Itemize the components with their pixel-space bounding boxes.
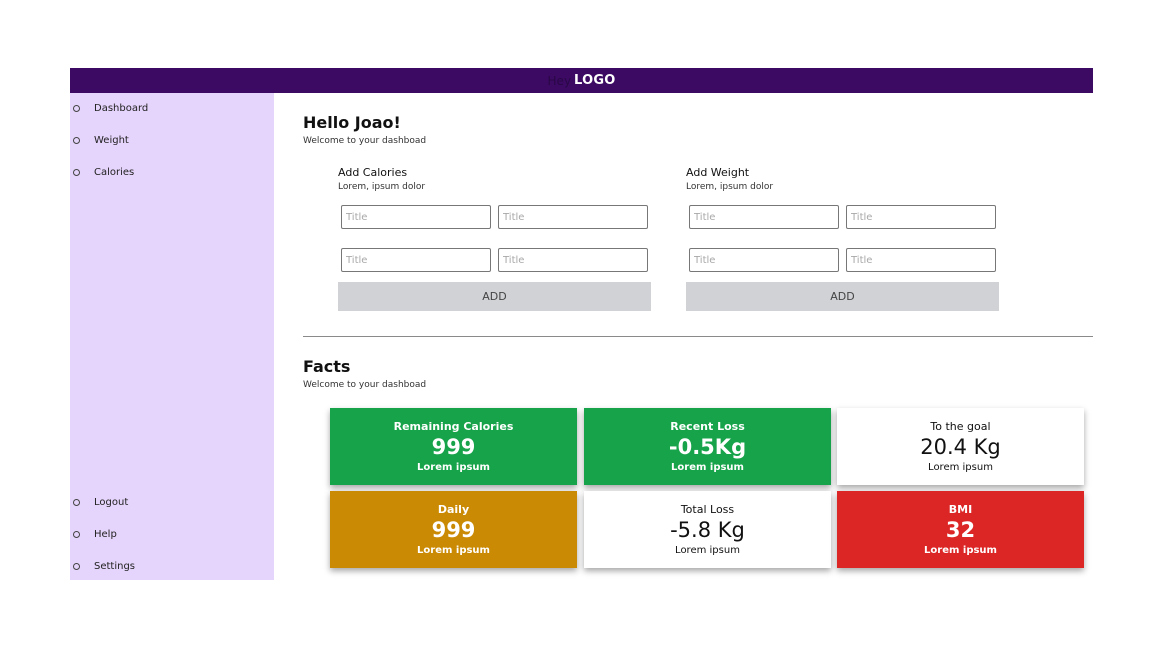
sidebar-item-label: Weight [94, 134, 129, 146]
weight-field-3[interactable] [689, 248, 839, 272]
fact-card-value: 32 [945, 518, 976, 542]
fact-card-label: Recent Loss [670, 420, 745, 433]
section-divider [303, 336, 1093, 337]
circle-icon [73, 136, 80, 144]
fact-card-label: Daily [437, 503, 470, 516]
brand-prefix: Hey [547, 73, 572, 88]
fact-card-label: Total Loss [680, 503, 735, 516]
fact-card-sub: Lorem ipsum [417, 545, 490, 556]
facts-subtitle: Welcome to your dashboad [303, 380, 427, 390]
sidebar: Dashboard Weight Calories Logout Help Se… [70, 93, 274, 580]
weight-field-2[interactable] [846, 205, 996, 229]
logo[interactable]: LOGO [574, 73, 615, 88]
add-calories-button[interactable]: ADD [338, 282, 651, 311]
fact-card-recent-loss: Recent Loss -0.5Kg Lorem ipsum [584, 408, 831, 485]
fact-card-total-loss: Total Loss -5.8 Kg Lorem ipsum [584, 491, 831, 568]
fact-card-value: 20.4 Kg [920, 435, 1001, 459]
circle-icon [73, 168, 80, 176]
fact-card-sub: Lorem ipsum [675, 545, 740, 556]
sidebar-item-weight[interactable]: Weight [70, 131, 129, 149]
add-weight-button[interactable]: ADD [686, 282, 999, 311]
add-weight-title: Add Weight [686, 166, 750, 179]
circle-icon [73, 498, 80, 506]
add-calories-title: Add Calories [338, 166, 408, 179]
fact-card-value: 999 [431, 435, 476, 459]
sidebar-item-calories[interactable]: Calories [70, 163, 134, 181]
app-window: Hey LOGO Dashboard Weight Calories Logou… [70, 68, 1093, 580]
fact-card-remaining-calories: Remaining Calories 999 Lorem ipsum [330, 408, 577, 485]
fact-card-label: Remaining Calories [393, 420, 514, 433]
weight-field-1[interactable] [689, 205, 839, 229]
sidebar-item-label: Logout [94, 496, 129, 508]
fact-card-sub: Lorem ipsum [417, 462, 490, 473]
sidebar-item-label: Calories [94, 166, 135, 178]
fact-card-label: To the goal [930, 420, 991, 433]
calories-field-3[interactable] [341, 248, 491, 272]
calories-field-1[interactable] [341, 205, 491, 229]
sidebar-item-label: Settings [94, 560, 136, 572]
circle-icon [73, 104, 80, 112]
top-header-bar: Hey LOGO [70, 68, 1093, 93]
sidebar-item-dashboard[interactable]: Dashboard [70, 99, 148, 117]
page-title: Hello Joao! [303, 113, 401, 132]
weight-field-4[interactable] [846, 248, 996, 272]
sidebar-item-label: Dashboard [94, 102, 149, 114]
circle-icon [73, 530, 80, 538]
sidebar-item-settings[interactable]: Settings [70, 557, 135, 575]
sidebar-item-logout[interactable]: Logout [70, 493, 128, 511]
calories-field-4[interactable] [498, 248, 648, 272]
fact-card-value: 999 [431, 518, 476, 542]
circle-icon [73, 562, 80, 570]
add-calories-subtitle: Lorem, ipsum dolor [338, 182, 426, 192]
fact-card-value: -5.8 Kg [670, 518, 745, 542]
fact-card-sub: Lorem ipsum [671, 462, 744, 473]
main-content: Hello Joao! Welcome to your dashboad Add… [274, 93, 1093, 580]
fact-card-daily: Daily 999 Lorem ipsum [330, 491, 577, 568]
page-subtitle: Welcome to your dashboad [303, 136, 427, 146]
fact-card-sub: Lorem ipsum [924, 545, 997, 556]
fact-card-sub: Lorem ipsum [928, 462, 993, 473]
fact-card-bmi: BMI 32 Lorem ipsum [837, 491, 1084, 568]
fact-card-to-the-goal: To the goal 20.4 Kg Lorem ipsum [837, 408, 1084, 485]
add-weight-subtitle: Lorem, ipsum dolor [686, 182, 774, 192]
fact-card-value: -0.5Kg [668, 435, 747, 459]
facts-title: Facts [303, 357, 351, 376]
sidebar-item-help[interactable]: Help [70, 525, 117, 543]
calories-field-2[interactable] [498, 205, 648, 229]
fact-card-label: BMI [948, 503, 973, 516]
sidebar-item-label: Help [94, 528, 117, 540]
